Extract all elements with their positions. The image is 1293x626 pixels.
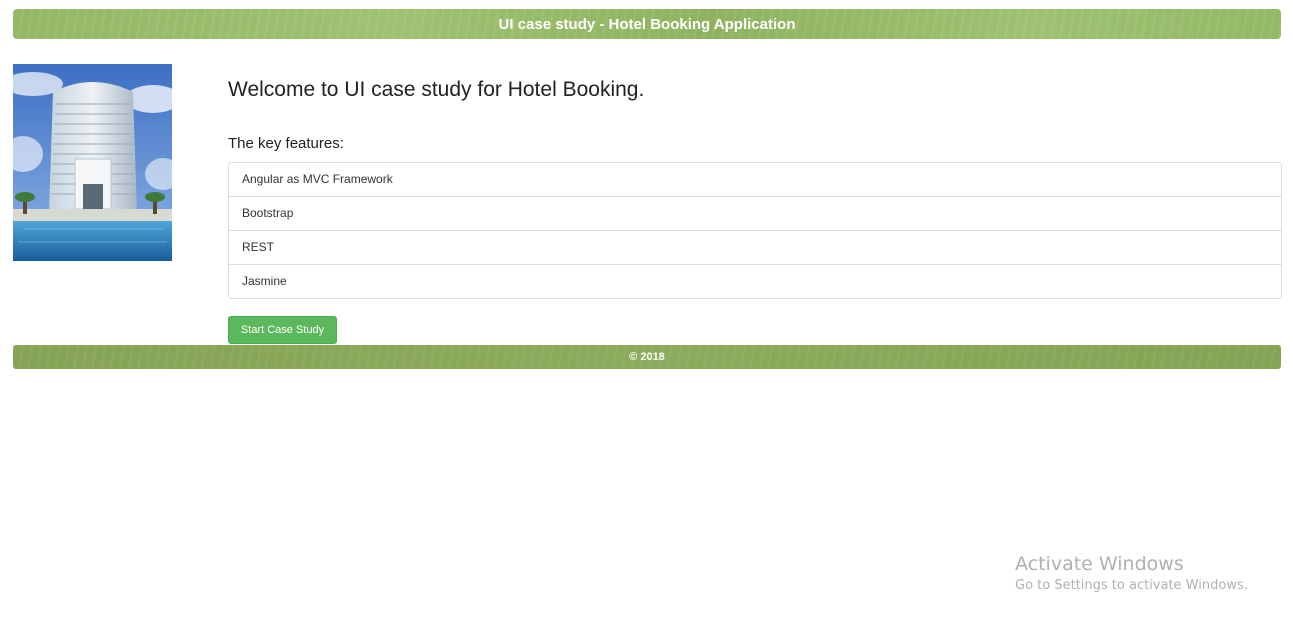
footer-bar: © 2018	[13, 345, 1281, 369]
list-item: REST	[229, 230, 1281, 264]
list-item: Bootstrap	[229, 196, 1281, 230]
list-item: Jasmine	[229, 264, 1281, 298]
header-title: UI case study - Hotel Booking Applicatio…	[498, 15, 796, 33]
list-item: Angular as MVC Framework	[242, 172, 393, 186]
hotel-image	[13, 64, 172, 261]
start-case-study-button[interactable]: Start Case Study	[228, 316, 337, 344]
page: UI case study - Hotel Booking Applicatio…	[0, 0, 1293, 626]
header-bar: UI case study - Hotel Booking Applicatio…	[13, 9, 1281, 39]
features-list: Angular as MVC Framework Bootstrap REST …	[228, 162, 1282, 299]
welcome-heading: Welcome to UI case study for Hotel Booki…	[228, 78, 645, 101]
footer-copyright: © 2018	[629, 351, 665, 363]
activate-windows-title: Activate Windows	[1015, 553, 1184, 575]
activate-windows-subtitle: Go to Settings to activate Windows.	[1015, 578, 1248, 593]
features-heading: The key features:	[228, 135, 344, 152]
